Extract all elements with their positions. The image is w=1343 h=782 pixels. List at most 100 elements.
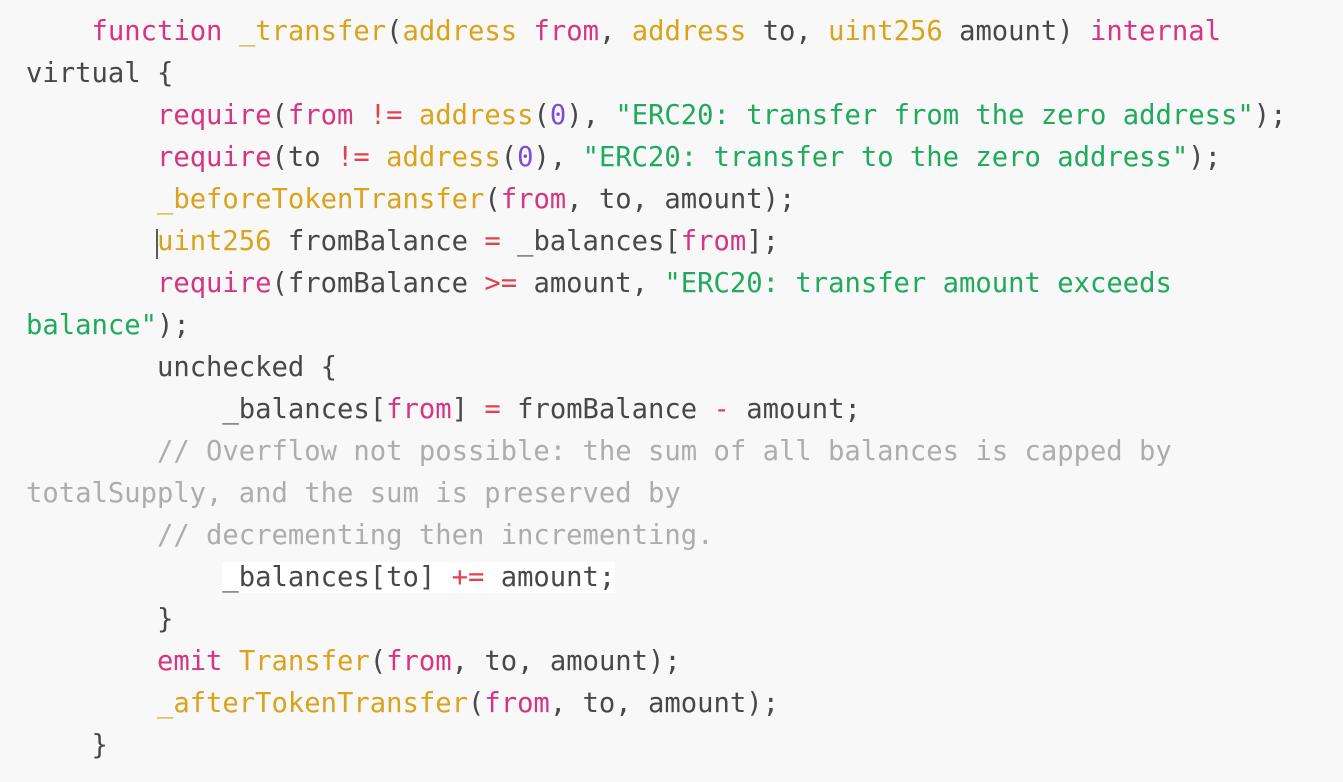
token-txt: amount,: [517, 268, 665, 299]
code-span: unchecked {: [157, 352, 337, 383]
code-line[interactable]: _afterTokenTransfer(from, to, amount);: [26, 688, 779, 719]
token-txt: fromBalance: [271, 226, 485, 257]
token-type: address: [418, 100, 534, 131]
token-type: uint256: [156, 226, 272, 257]
token-type: address: [402, 16, 518, 47]
token-kw: internal: [1090, 16, 1221, 47]
code-line[interactable]: _balances[to] += amount;: [26, 562, 616, 593]
token-txt: (: [500, 142, 518, 173]
code-line[interactable]: require(from != address(0), "ERC20: tran…: [26, 100, 1287, 131]
token-op: =: [484, 394, 501, 425]
token-txt: (fromBalance: [271, 268, 485, 299]
code-editor[interactable]: function _transfer(address from, address…: [0, 0, 1343, 782]
code-span: _afterTokenTransfer(from, to, amount);: [157, 688, 779, 719]
token-op: !=: [369, 100, 403, 131]
token-op: =: [484, 226, 501, 257]
code-line[interactable]: }: [26, 604, 173, 635]
token-type: address: [386, 142, 501, 173]
token-txt: );: [1188, 142, 1221, 173]
code-span: }: [91, 730, 107, 761]
token-txt: );: [1253, 100, 1287, 131]
token-kw: emit: [156, 646, 223, 677]
token-txt: ),: [533, 142, 583, 173]
token-txt: _balances[: [500, 226, 681, 257]
code-line[interactable]: unchecked {: [26, 352, 337, 383]
code-line[interactable]: require(to != address(0), "ERC20: transf…: [26, 142, 1221, 173]
token-txt: to,: [746, 16, 829, 47]
code-line[interactable]: uint256 fromBalance = _balances[from];: [26, 226, 779, 259]
token-txt: amount): [942, 16, 1091, 47]
token-txt: (: [533, 100, 550, 131]
token-kw: from: [386, 646, 452, 677]
token-txt: , to, amount);: [451, 646, 681, 677]
token-txt: , to, amount);: [566, 184, 796, 215]
token-kw: from: [533, 16, 599, 47]
token-txt: );: [156, 310, 190, 341]
token-type: _afterTokenTransfer: [156, 688, 468, 719]
token-kw: from: [484, 688, 550, 719]
token-txt: ]: [451, 394, 485, 425]
code-span: emit Transfer(from, to, amount);: [157, 646, 681, 677]
code-line[interactable]: // Overflow not possible: the sum of all…: [26, 436, 1188, 509]
token-txt: (: [369, 646, 387, 677]
token-type: _beforeTokenTransfer: [156, 184, 485, 215]
token-txt: }: [156, 604, 174, 635]
token-txt: (: [484, 184, 501, 215]
token-txt: amount;: [729, 394, 861, 425]
token-txt: }: [91, 730, 108, 761]
token-txt: unchecked {: [156, 352, 338, 383]
token-txt: (: [386, 16, 403, 47]
code-span: function _transfer(address from, address…: [26, 16, 1237, 89]
token-str: "ERC20: transfer from the zero address": [615, 100, 1254, 131]
code-span: // decrementing then incrementing.: [157, 520, 714, 551]
token-com: // Overflow not possible: the sum of all…: [26, 436, 1189, 509]
code-line[interactable]: }: [26, 730, 107, 761]
token-str: "ERC20: transfer to the zero address": [582, 142, 1189, 173]
token-txt: ),: [566, 100, 616, 131]
code-span: require(to != address(0), "ERC20: transf…: [157, 142, 1221, 173]
token-kw: from: [287, 100, 354, 131]
token-txt: _balances[: [222, 394, 387, 425]
token-kw: from: [386, 394, 452, 425]
code-content[interactable]: function _transfer(address from, address…: [0, 11, 1343, 767]
code-line[interactable]: _balances[from] = fromBalance - amount;: [26, 394, 860, 425]
code-span: }: [157, 604, 173, 635]
code-line[interactable]: emit Transfer(from, to, amount);: [26, 646, 681, 677]
token-type: Transfer: [238, 646, 370, 677]
code-line[interactable]: function _transfer(address from, address…: [26, 16, 1237, 89]
token-kw: require: [156, 142, 272, 173]
token-txt: , to, amount);: [549, 688, 779, 719]
code-line[interactable]: // decrementing then incrementing.: [26, 520, 714, 551]
code-span: require(fromBalance >= amount, "ERC20: t…: [26, 268, 1188, 341]
token-type: uint256: [828, 16, 943, 47]
token-kw: require: [156, 100, 272, 131]
token-txt: ];: [746, 226, 779, 257]
code-span: // Overflow not possible: the sum of all…: [26, 436, 1188, 509]
token-type: address: [631, 16, 747, 47]
token-kw: from: [500, 184, 567, 215]
token-op: -: [713, 394, 730, 425]
code-line[interactable]: require(fromBalance >= amount, "ERC20: t…: [26, 268, 1188, 341]
token-txt: _balances[to]: [222, 562, 452, 593]
token-txt: fromBalance: [500, 394, 714, 425]
code-line[interactable]: _beforeTokenTransfer(from, to, amount);: [26, 184, 795, 215]
token-com: // decrementing then incrementing.: [156, 520, 714, 551]
code-span: _balances[from] = fromBalance - amount;: [222, 394, 860, 425]
token-num: 0: [517, 142, 534, 173]
